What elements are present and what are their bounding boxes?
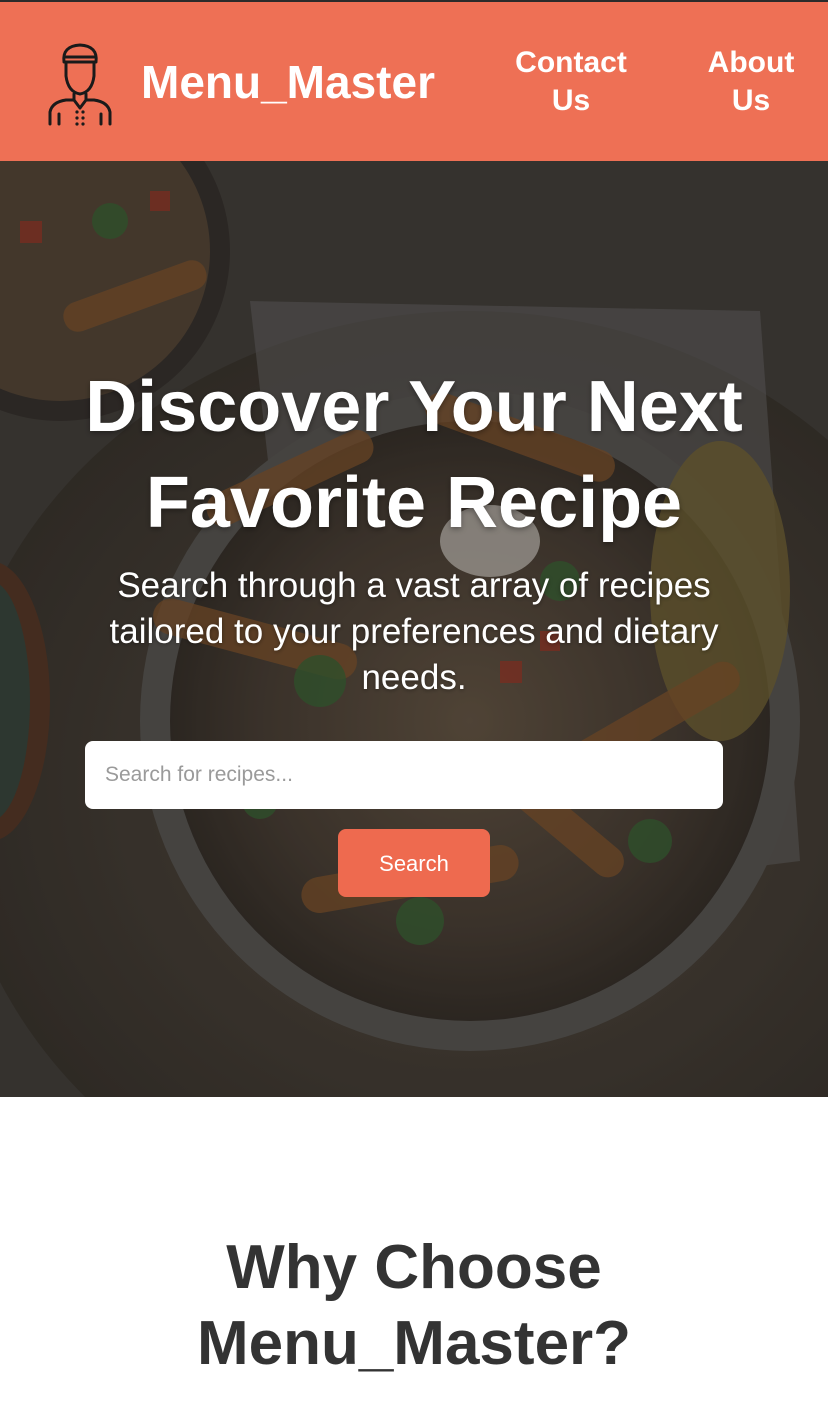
nav-about-us[interactable]: About Us — [690, 44, 812, 120]
chef-icon[interactable] — [44, 40, 116, 126]
nav-about-line2: Us — [731, 84, 771, 117]
site-header: Menu_Master Contact Us About Us — [0, 2, 828, 161]
search-button[interactable]: Search — [338, 829, 490, 897]
recipe-search-input[interactable] — [85, 741, 723, 809]
why-choose-heading: Why Choose Menu_Master? — [196, 1233, 632, 1378]
hero-subtitle: Search through a vast array of recipes t… — [109, 566, 719, 697]
hero-title: Discover Your Next Favorite Recipe — [85, 367, 743, 543]
nav-contact-line1: Contact — [515, 46, 627, 79]
nav-contact-line2: Us — [551, 84, 591, 117]
nav-contact-us[interactable]: Contact Us — [500, 44, 642, 120]
brand-name[interactable]: Menu_Master — [141, 54, 435, 110]
hero-section: Discover Your Next Favorite Recipe Searc… — [0, 161, 828, 1097]
nav-about-line1: About — [707, 46, 795, 79]
